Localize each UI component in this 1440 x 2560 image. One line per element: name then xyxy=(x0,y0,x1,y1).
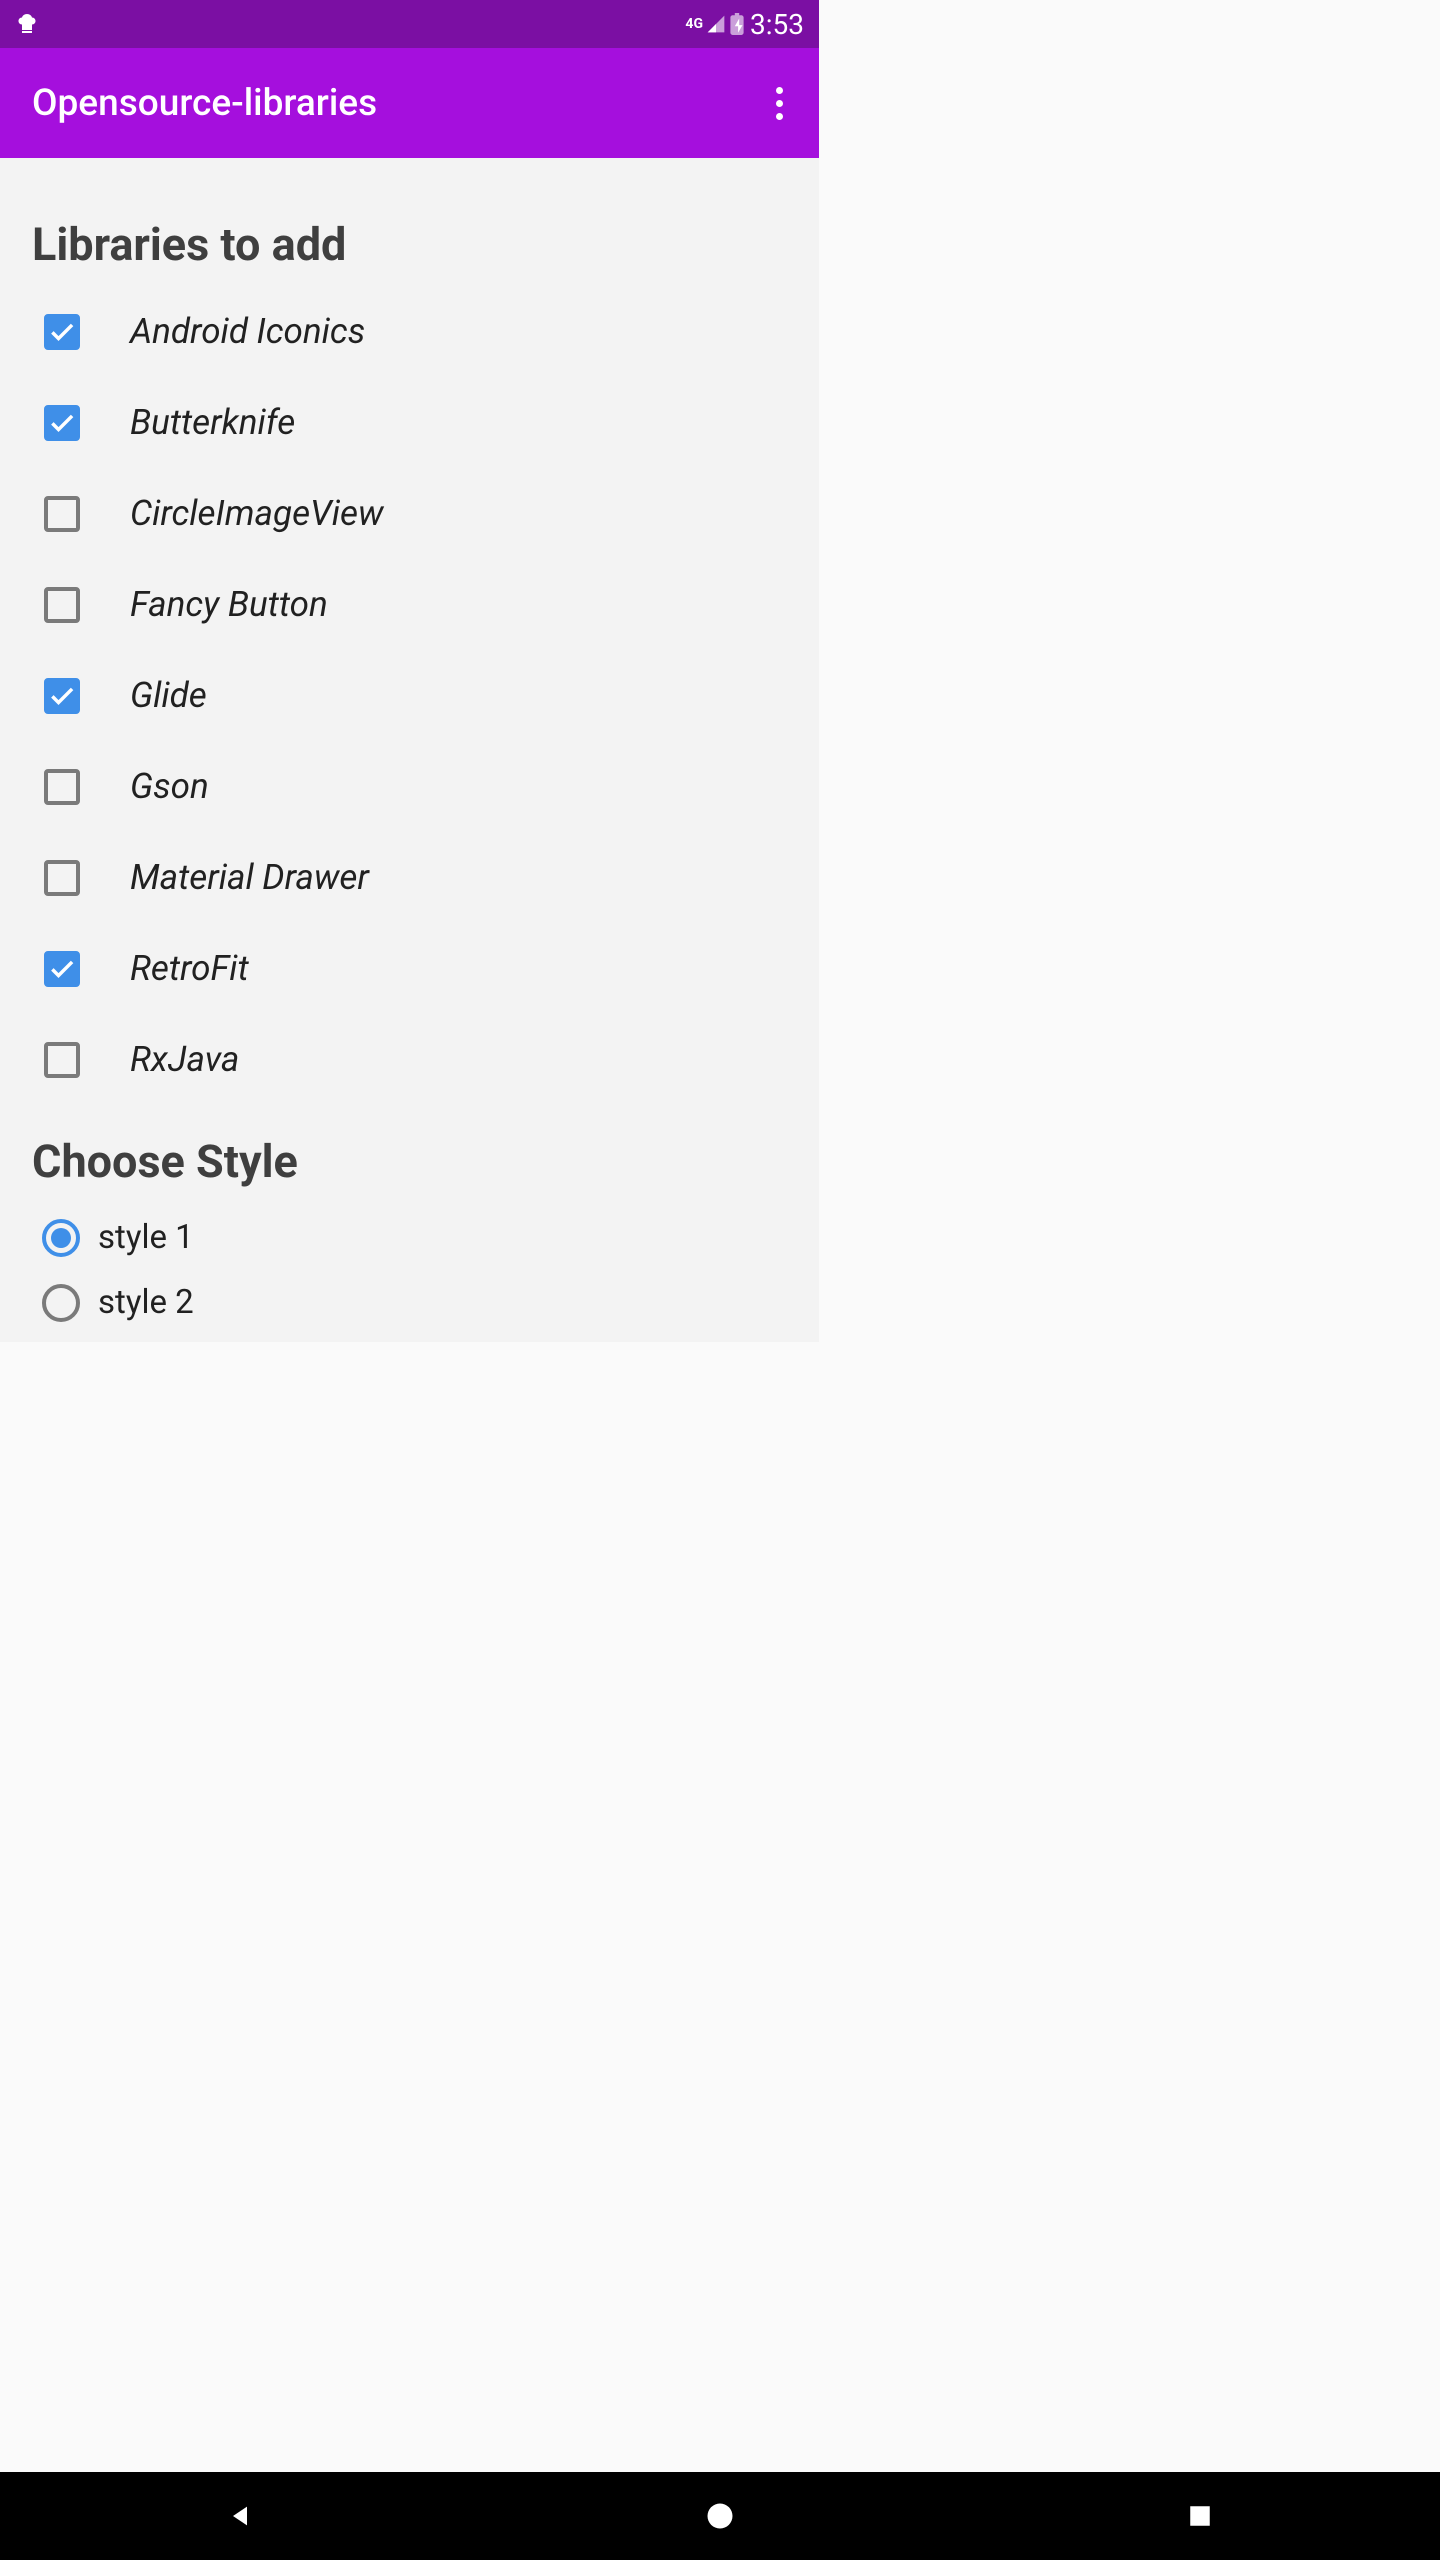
checkbox-icon[interactable] xyxy=(44,496,80,532)
nav-bar xyxy=(0,2472,1440,2560)
radio-label: style 2 xyxy=(98,1283,194,1322)
home-button[interactable] xyxy=(700,2496,740,2536)
checkbox-item[interactable]: Gson xyxy=(44,766,787,807)
app-bar: Opensource-libraries xyxy=(0,48,819,158)
checkbox-label: Gson xyxy=(130,766,209,807)
checkbox-icon[interactable] xyxy=(44,314,80,350)
checkbox-label: Android Iconics xyxy=(130,311,365,352)
checkbox-label: Butterknife xyxy=(130,402,295,443)
network-label: 4G xyxy=(685,16,703,32)
checkbox-item[interactable]: RetroFit xyxy=(44,948,787,989)
content: Libraries to add Android Iconics Butterk… xyxy=(0,158,819,1342)
libraries-title: Libraries to add xyxy=(32,218,787,271)
checkbox-icon[interactable] xyxy=(44,1042,80,1078)
checkbox-icon[interactable] xyxy=(44,678,80,714)
checkbox-label: Fancy Button xyxy=(130,584,328,625)
radio-label: style 1 xyxy=(98,1218,194,1257)
radio-icon[interactable] xyxy=(42,1284,80,1322)
checkbox-item[interactable]: Butterknife xyxy=(44,402,787,443)
checkbox-item[interactable]: Android Iconics xyxy=(44,311,787,352)
checkbox-item[interactable]: RxJava xyxy=(44,1039,787,1080)
checkbox-icon[interactable] xyxy=(44,860,80,896)
signal-icon xyxy=(706,14,726,34)
status-left xyxy=(15,12,39,36)
status-time: 3:53 xyxy=(750,8,804,41)
back-button[interactable] xyxy=(220,2496,260,2536)
chef-hat-icon xyxy=(15,12,39,36)
checkbox-item[interactable]: Glide xyxy=(44,675,787,716)
libraries-list: Android Iconics Butterknife CircleImageV… xyxy=(32,311,787,1080)
checkbox-label: RxJava xyxy=(130,1039,239,1080)
radio-item[interactable]: style 2 xyxy=(42,1283,787,1322)
status-icons: 4G xyxy=(685,13,745,35)
status-right: 4G 3:53 xyxy=(685,8,804,41)
checkbox-label: Material Drawer xyxy=(130,857,369,898)
radio-icon[interactable] xyxy=(42,1219,80,1257)
recent-button[interactable] xyxy=(1180,2496,1220,2536)
checkbox-label: RetroFit xyxy=(130,948,249,989)
checkbox-icon[interactable] xyxy=(44,951,80,987)
battery-icon xyxy=(729,13,745,35)
app-title: Opensource-libraries xyxy=(32,82,377,125)
checkbox-item[interactable]: Fancy Button xyxy=(44,584,787,625)
style-list: style 1 style 2 xyxy=(32,1218,787,1322)
checkbox-icon[interactable] xyxy=(44,587,80,623)
checkbox-icon[interactable] xyxy=(44,769,80,805)
style-title: Choose Style xyxy=(32,1135,787,1188)
checkbox-icon[interactable] xyxy=(44,405,80,441)
status-bar: 4G 3:53 xyxy=(0,0,819,48)
more-icon[interactable] xyxy=(759,83,799,123)
checkbox-item[interactable]: Material Drawer xyxy=(44,857,787,898)
radio-item[interactable]: style 1 xyxy=(42,1218,787,1257)
checkbox-label: CircleImageView xyxy=(130,493,383,534)
checkbox-item[interactable]: CircleImageView xyxy=(44,493,787,534)
checkbox-label: Glide xyxy=(130,675,207,716)
